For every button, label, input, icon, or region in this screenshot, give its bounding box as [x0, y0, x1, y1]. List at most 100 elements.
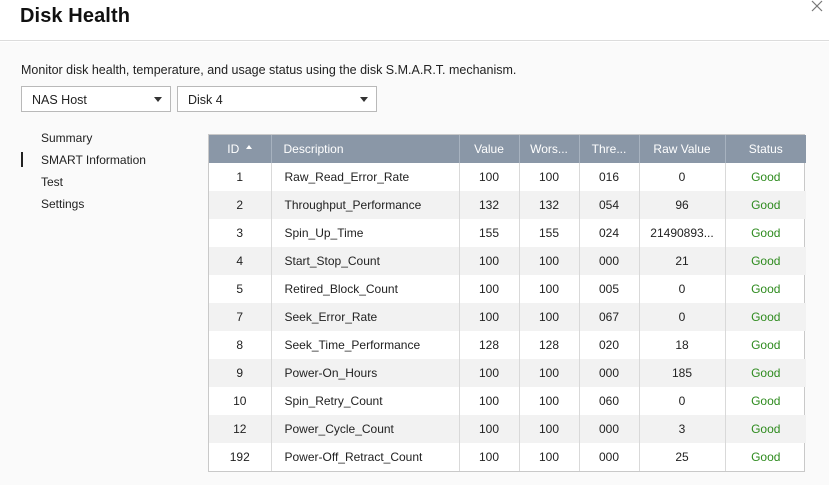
chevron-down-icon [154, 97, 162, 102]
host-select[interactable]: NAS Host [21, 86, 171, 112]
column-header-worst[interactable]: Wors... [519, 135, 580, 163]
cell-threshold: 000 [579, 415, 640, 443]
cell-id: 9 [209, 359, 272, 387]
cell-value: 100 [459, 387, 520, 415]
cell-status: Good [751, 282, 781, 296]
cell-value: 100 [459, 275, 520, 303]
nav-item-settings[interactable]: Settings [21, 197, 191, 219]
cell-threshold: 000 [579, 359, 640, 387]
table-row[interactable]: 2 Throughput_Performance 132 132 054 96 Good [209, 191, 806, 219]
nav-item-test[interactable]: Test [21, 175, 191, 197]
cell-threshold: 067 [579, 303, 640, 331]
cell-value: 155 [459, 219, 520, 247]
cell-raw-value: 0 [639, 163, 726, 191]
host-select-value: NAS Host [32, 93, 87, 107]
table-row[interactable]: 1 Raw_Read_Error_Rate 100 100 016 0 Good [209, 163, 806, 191]
cell-raw-value: 0 [639, 275, 726, 303]
cell-threshold: 016 [579, 163, 640, 191]
cell-status: Good [725, 415, 806, 443]
cell-description: Spin_Up_Time [271, 219, 460, 247]
cell-description: Spin_Retry_Count [271, 387, 460, 415]
cell-worst: 100 [519, 247, 580, 275]
cell-status: Good [725, 303, 806, 331]
cell-description: Raw_Read_Error_Rate [271, 163, 460, 191]
table-row[interactable]: 9 Power-On_Hours 100 100 000 185 Good [209, 359, 806, 387]
cell-worst: 100 [519, 275, 580, 303]
cell-id: 12 [209, 415, 272, 443]
cell-worst: 100 [519, 387, 580, 415]
column-header-status[interactable]: Status [725, 135, 806, 163]
close-icon[interactable] [809, 0, 825, 14]
disk-select[interactable]: Disk 4 [177, 86, 377, 112]
cell-status: Good [751, 450, 781, 464]
cell-raw-value: 3 [639, 415, 726, 443]
column-header-value[interactable]: Value [459, 135, 520, 163]
table-row[interactable]: 4 Start_Stop_Count 100 100 000 21 Good [209, 247, 806, 275]
cell-description: Power-Off_Retract_Count [271, 443, 460, 471]
cell-value: 132 [459, 191, 520, 219]
cell-worst: 100 [519, 303, 580, 331]
dialog-content: Monitor disk health, temperature, and us… [0, 42, 829, 485]
cell-description: Throughput_Performance [271, 191, 460, 219]
cell-value: 100 [459, 303, 520, 331]
cell-value: 100 [459, 163, 520, 191]
cell-raw-value: 25 [639, 443, 726, 471]
cell-id: 2 [209, 191, 272, 219]
cell-value: 100 [459, 247, 520, 275]
cell-threshold: 024 [579, 219, 640, 247]
cell-worst: 132 [519, 191, 580, 219]
table-row[interactable]: 12 Power_Cycle_Count 100 100 000 3 Good [209, 415, 806, 443]
cell-status: Good [751, 170, 781, 184]
cell-id: 7 [209, 303, 272, 331]
disk-select-value: Disk 4 [188, 93, 223, 107]
table-row[interactable]: 5 Retired_Block_Count 100 100 005 0 Good [209, 275, 806, 303]
cell-worst: 128 [519, 331, 580, 359]
nav-item-summary[interactable]: Summary [21, 131, 191, 153]
table-row[interactable]: 7 Seek_Error_Rate 100 100 067 0 Good [209, 303, 806, 331]
table-header-row: ID Description Value Wors... Thre... Raw… [209, 135, 806, 163]
cell-worst: 100 [519, 359, 580, 387]
window-title: Disk Health [20, 5, 131, 27]
column-header-id[interactable]: ID [209, 135, 272, 163]
cell-raw-value: 21490893... [639, 219, 726, 247]
nav-item-smart-information[interactable]: SMART Information [21, 152, 191, 175]
cell-raw-value: 96 [639, 191, 726, 219]
column-header-raw-value[interactable]: Raw Value [639, 135, 726, 163]
cell-value: 100 [459, 359, 520, 387]
cell-status: Good [751, 394, 781, 408]
cell-threshold: 054 [579, 191, 640, 219]
cell-description: Seek_Time_Performance [271, 331, 460, 359]
cell-value: 100 [459, 415, 520, 443]
cell-worst: 100 [519, 415, 580, 443]
cell-threshold: 060 [579, 387, 640, 415]
cell-description: Retired_Block_Count [271, 275, 460, 303]
cell-threshold: 005 [579, 275, 640, 303]
cell-raw-value: 18 [639, 331, 726, 359]
table-body: 1 Raw_Read_Error_Rate 100 100 016 0 Good 2 Throu… [209, 163, 806, 471]
cell-threshold: 000 [579, 247, 640, 275]
chevron-down-icon [360, 97, 368, 102]
cell-status: Good [725, 359, 806, 387]
cell-id: 3 [209, 219, 272, 247]
window-header: Disk Health [0, 0, 829, 41]
cell-status: Good [725, 247, 806, 275]
cell-value: 128 [459, 331, 520, 359]
column-header-description[interactable]: Description [271, 135, 460, 163]
column-header-threshold[interactable]: Thre... [579, 135, 640, 163]
cell-worst: 100 [519, 163, 580, 191]
table-row[interactable]: 192 Power-Off_Retract_Count 100 100 000 25 Goo… [209, 443, 806, 471]
cell-id: 4 [209, 247, 272, 275]
cell-worst: 155 [519, 219, 580, 247]
smart-table: ID Description Value Wors... Thre... Raw… [208, 134, 806, 472]
table-row[interactable]: 10 Spin_Retry_Count 100 100 060 0 Good [209, 387, 806, 415]
cell-id: 10 [209, 387, 272, 415]
description-text: Monitor disk health, temperature, and us… [21, 63, 517, 77]
table-row[interactable]: 8 Seek_Time_Performance 128 128 020 18 Good [209, 331, 806, 359]
cell-value: 100 [459, 443, 520, 471]
cell-raw-value: 0 [639, 387, 726, 415]
cell-worst: 100 [519, 443, 580, 471]
table-row[interactable]: 3 Spin_Up_Time 155 155 024 21490893... Good [209, 219, 806, 247]
cell-description: Seek_Error_Rate [271, 303, 460, 331]
cell-description: Power_Cycle_Count [271, 415, 460, 443]
cell-threshold: 000 [579, 443, 640, 471]
